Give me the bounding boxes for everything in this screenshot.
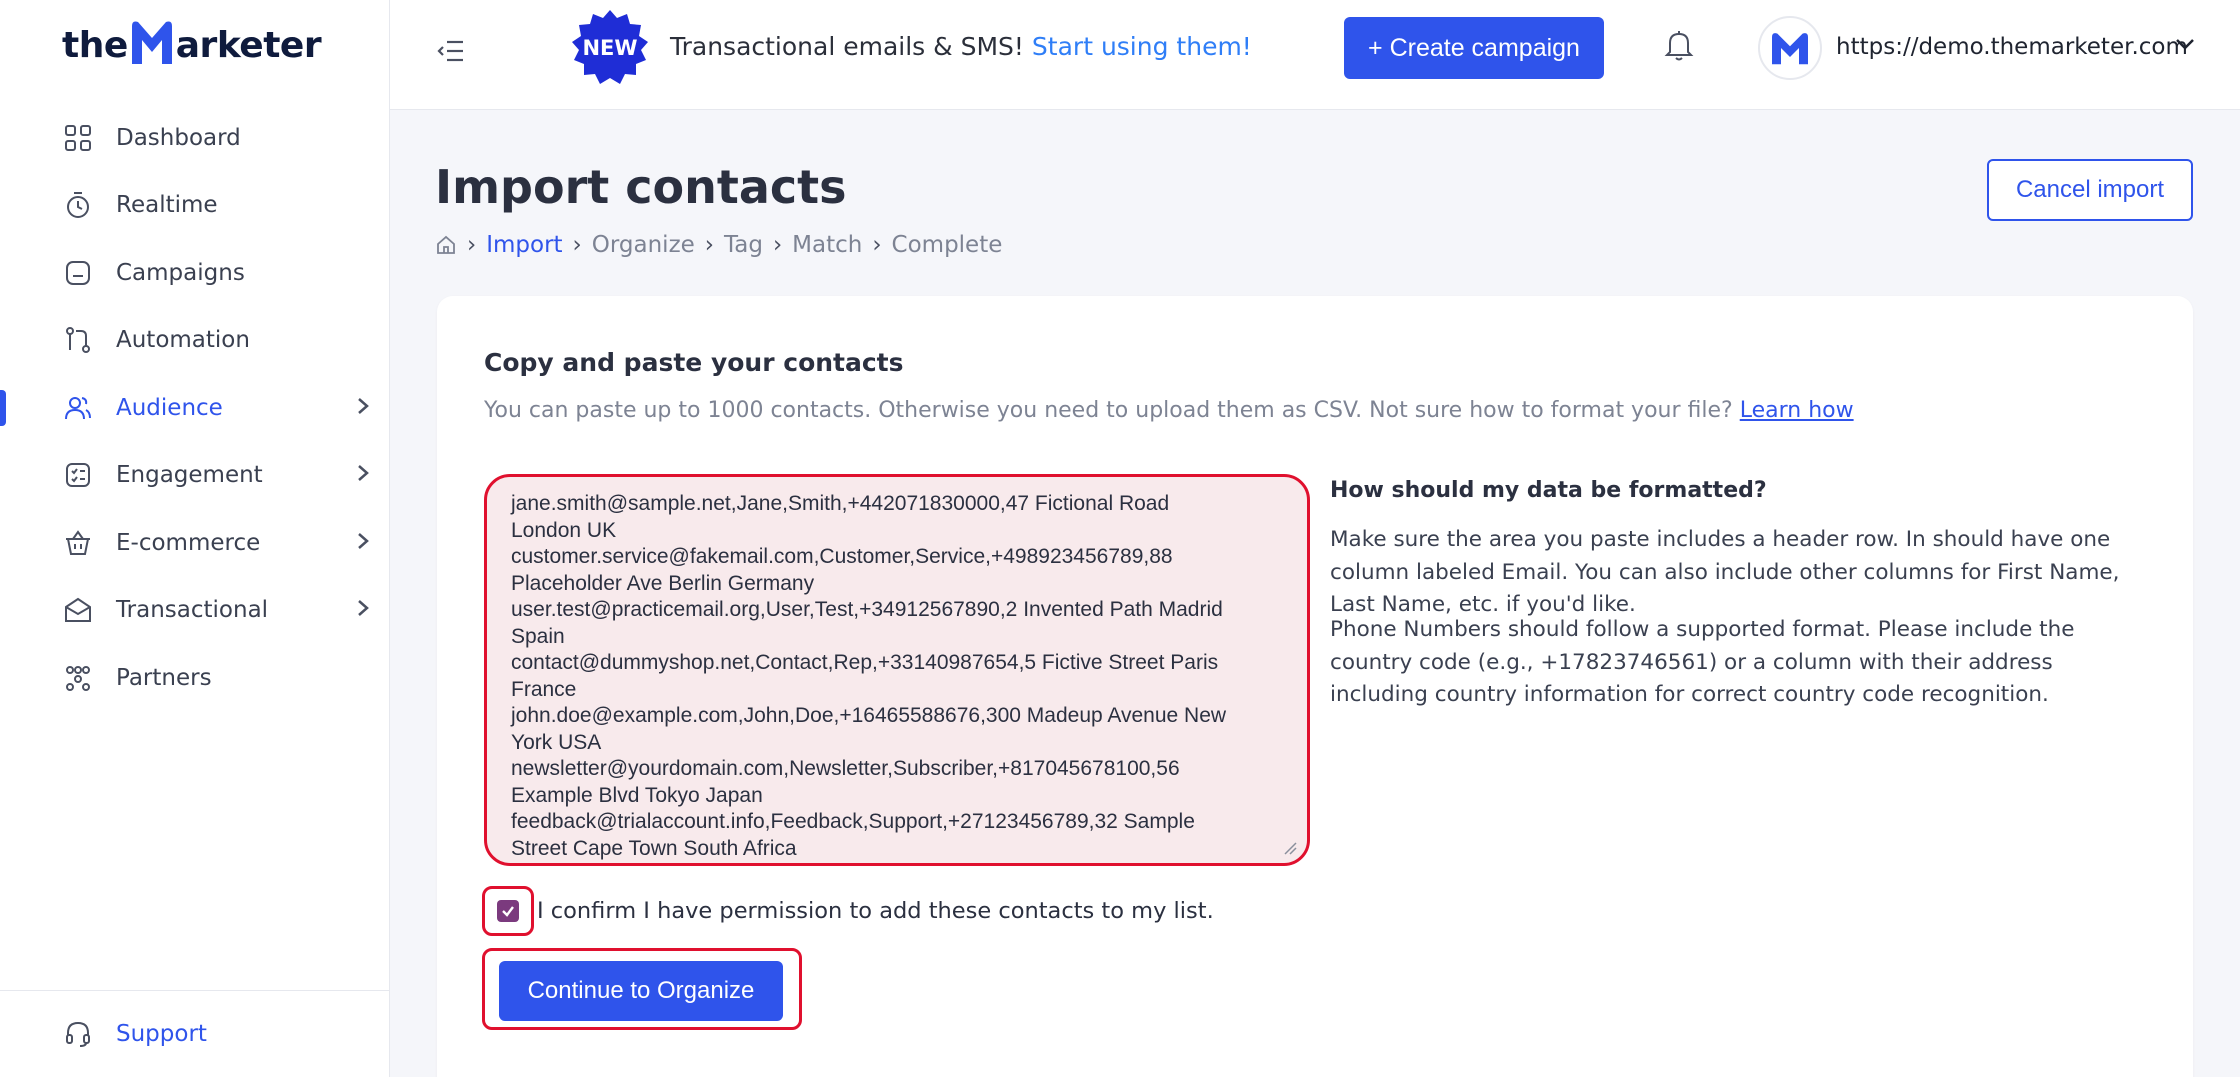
campaigns-icon	[62, 257, 94, 289]
promo-banner: Transactional emails & SMS! Start using t…	[670, 32, 1252, 61]
chevron-right-icon: ›	[467, 232, 477, 258]
sidebar-item-automation[interactable]: Automation	[0, 307, 390, 375]
card-subtitle: You can paste up to 1000 contacts. Other…	[484, 398, 1854, 423]
confirm-permission-label[interactable]: I confirm I have permission to add these…	[537, 898, 1214, 924]
chevron-right-icon	[356, 463, 370, 487]
logo-m-mark	[130, 21, 174, 66]
chevron-right-icon	[356, 396, 370, 420]
import-card: Copy and paste your contacts You can pas…	[437, 296, 2193, 1077]
sidebar-item-label: Realtime	[116, 192, 218, 219]
chevron-right-icon	[356, 598, 370, 622]
sidebar-item-realtime[interactable]: Realtime	[0, 172, 390, 240]
promo-text: Transactional emails & SMS!	[670, 32, 1024, 61]
partners-icon	[62, 662, 94, 694]
sidebar-item-dashboard[interactable]: Dashboard	[0, 104, 390, 172]
sidebar-item-label: Dashboard	[116, 124, 241, 151]
sidebar-item-audience[interactable]: Audience	[0, 374, 390, 442]
collapse-menu-icon[interactable]	[436, 36, 468, 68]
help-paragraph-phone: Phone Numbers should follow a supported …	[1330, 617, 2075, 707]
automation-icon	[62, 324, 94, 356]
grid-icon	[62, 122, 94, 154]
breadcrumb-step: Complete	[891, 232, 1003, 258]
sidebar-item-label: Automation	[116, 327, 250, 354]
card-title: Copy and paste your contacts	[484, 348, 904, 377]
help-title: How should my data be formatted?	[1330, 478, 1767, 503]
learn-how-link[interactable]: Learn how	[1740, 398, 1854, 423]
breadcrumb-step: Organize	[591, 232, 695, 258]
chevron-right-icon: ›	[572, 232, 582, 258]
contacts-paste-textarea[interactable]: jane.smith@sample.net,Jane,Smith,+442071…	[484, 474, 1310, 866]
sidebar-item-engagement[interactable]: Engagement	[0, 442, 390, 510]
themarketer-logo[interactable]: the arketer	[62, 16, 322, 66]
sidebar-nav: Dashboard Realtime Campaigns Automation …	[0, 104, 390, 712]
sidebar-item-campaigns[interactable]: Campaigns	[0, 239, 390, 307]
cancel-import-button[interactable]: Cancel import	[1987, 159, 2193, 221]
logo-text-left: the	[62, 25, 128, 66]
stopwatch-icon	[62, 189, 94, 221]
breadcrumb: › Import › Organize › Tag › Match › Comp…	[435, 232, 1002, 258]
help-paragraph-header: Make sure the area you paste includes a …	[1330, 527, 2120, 617]
sidebar-item-label: Partners	[116, 664, 212, 691]
breadcrumb-step: Tag	[724, 232, 763, 258]
page-title: Import contacts	[435, 160, 847, 214]
check-icon	[502, 906, 514, 917]
sidebar-item-label: Transactional	[116, 597, 269, 624]
support-label: Support	[116, 1021, 207, 1047]
promo-link[interactable]: Start using them!	[1032, 32, 1252, 61]
continue-button-highlight: Continue to Organize	[482, 948, 802, 1030]
chevron-down-icon[interactable]	[2174, 36, 2196, 56]
continue-to-organize-button[interactable]: Continue to Organize	[499, 961, 783, 1021]
breadcrumb-step: Match	[792, 232, 863, 258]
sidebar-item-ecommerce[interactable]: E-commerce	[0, 509, 390, 577]
sidebar-item-support[interactable]: Support	[0, 990, 390, 1077]
chevron-right-icon	[356, 531, 370, 555]
account-url[interactable]: https://demo.themarketer.com	[1836, 34, 2188, 60]
sidebar-item-label: Campaigns	[116, 259, 245, 286]
sidebar-item-label: E-commerce	[116, 529, 261, 556]
card-subtitle-text: You can paste up to 1000 contacts. Other…	[484, 398, 1733, 423]
bell-icon[interactable]	[1662, 28, 1698, 64]
resize-grip-icon[interactable]	[1283, 841, 1297, 855]
chevron-right-icon: ›	[872, 232, 882, 258]
basket-icon	[62, 527, 94, 559]
checklist-icon	[62, 459, 94, 491]
contacts-paste-value: jane.smith@sample.net,Jane,Smith,+442071…	[511, 492, 1227, 860]
sidebar-item-label: Engagement	[116, 462, 263, 489]
create-campaign-button[interactable]: + Create campaign	[1344, 17, 1604, 79]
confirm-permission-checkbox[interactable]	[497, 900, 519, 922]
confirm-checkbox-highlight	[482, 886, 534, 936]
home-icon[interactable]	[435, 234, 457, 256]
logo-text-right: arketer	[175, 25, 322, 66]
breadcrumb-step[interactable]: Import	[486, 232, 562, 258]
users-icon	[62, 392, 94, 424]
chevron-right-icon: ›	[704, 232, 714, 258]
sidebar-item-partners[interactable]: Partners	[0, 644, 390, 712]
sidebar: the arketer Dashboard Realtime Campaigns	[0, 0, 390, 1077]
new-badge: NEW	[570, 8, 650, 88]
envelope-icon	[62, 594, 94, 626]
new-badge-text: NEW	[582, 36, 638, 60]
sidebar-item-transactional[interactable]: Transactional	[0, 577, 390, 645]
chevron-right-icon: ›	[772, 232, 783, 258]
top-bar: NEW Transactional emails & SMS! Start usi…	[390, 0, 2240, 110]
account-avatar[interactable]	[1758, 16, 1822, 80]
headset-icon	[62, 1018, 94, 1050]
sidebar-item-label: Audience	[116, 394, 223, 421]
